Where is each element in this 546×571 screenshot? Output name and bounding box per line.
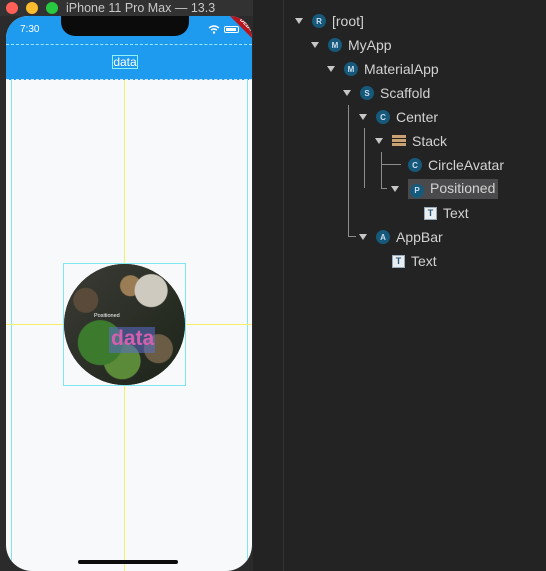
expand-arrow-icon[interactable] — [343, 90, 351, 96]
tree-row-scaffold[interactable]: S Scaffold — [343, 83, 430, 103]
simulator-window: iPhone 11 Pro Max — 13.3 7:30 DEBUG data — [0, 0, 253, 571]
simulator-title: iPhone 11 Pro Max — 13.3 — [66, 1, 216, 15]
tree-row-label: Positioned — [430, 180, 496, 196]
home-indicator — [78, 560, 178, 564]
tree-row-stack[interactable]: Stack — [375, 131, 447, 151]
status-time: 7:30 — [20, 24, 40, 35]
tree-row-myapp[interactable]: M MyApp — [311, 35, 392, 55]
layout-guide-left — [11, 79, 12, 571]
expand-arrow-icon[interactable] — [359, 234, 367, 240]
appbar-title: data — [113, 55, 137, 69]
phone-notch — [61, 16, 189, 36]
appbar-badge-icon: A — [376, 230, 390, 244]
expand-arrow-icon[interactable] — [391, 186, 399, 192]
stack-icon — [392, 135, 406, 147]
tree-row-positioned[interactable]: P Positioned — [391, 179, 499, 199]
appbar-title-highlight[interactable]: data — [112, 55, 138, 69]
app-bar: 7:30 DEBUG data — [6, 16, 252, 80]
tree-row-center[interactable]: C Center — [359, 107, 438, 127]
expand-arrow-icon[interactable] — [295, 18, 303, 24]
tree-row-label: Center — [396, 109, 439, 125]
center-badge-icon: C — [376, 110, 390, 124]
circle-avatar-highlight[interactable]: Positioned data — [63, 263, 186, 386]
debug-guide-line — [6, 44, 252, 45]
phone-screen: 7:30 DEBUG data Positioned data — [6, 16, 252, 571]
screen: iPhone 11 Pro Max — 13.3 7:30 DEBUG data — [0, 0, 546, 571]
layout-guide-right — [247, 79, 248, 571]
text-widget-icon: T — [424, 206, 437, 220]
tree-row-label: AppBar — [396, 229, 443, 245]
tree-row-appbar[interactable]: A AppBar — [359, 227, 443, 247]
circle-avatar-image: Positioned data — [64, 264, 185, 385]
tree-row-label: MyApp — [348, 37, 392, 53]
battery-icon — [224, 26, 239, 33]
positioned-text: data — [111, 327, 155, 350]
selected-row-highlight: P Positioned — [408, 179, 499, 199]
tree-row-label: [root] — [332, 13, 364, 29]
text-widget-icon: T — [392, 254, 405, 268]
expand-arrow-icon[interactable] — [327, 66, 335, 72]
tree-row-label: Text — [411, 253, 437, 269]
pane-divider — [283, 0, 284, 571]
close-window-button[interactable] — [6, 2, 18, 14]
scaffold-badge-icon: S — [360, 86, 374, 100]
positioned-debug-label: Positioned — [94, 313, 120, 319]
simulator-titlebar: iPhone 11 Pro Max — 13.3 — [0, 0, 253, 16]
positioned-badge-icon: P — [410, 183, 424, 198]
expand-arrow-icon[interactable] — [375, 138, 383, 144]
tree-row-text[interactable]: T Text — [424, 203, 469, 223]
zoom-window-button[interactable] — [46, 2, 58, 14]
tree-row-label: CircleAvatar — [428, 157, 504, 173]
circleavatar-badge-icon: C — [408, 158, 422, 172]
tree-row-label: Stack — [412, 133, 448, 149]
tree-row-circleavatar[interactable]: C CircleAvatar — [408, 155, 504, 175]
tree-row-label: Scaffold — [380, 85, 431, 101]
wifi-icon — [208, 25, 220, 34]
tree-row-label: MaterialApp — [364, 61, 439, 77]
myapp-badge-icon: M — [328, 38, 342, 52]
tree-row-appbar-text[interactable]: T Text — [392, 251, 437, 271]
root-badge-icon: R — [312, 14, 326, 28]
minimize-window-button[interactable] — [26, 2, 38, 14]
expand-arrow-icon[interactable] — [359, 114, 367, 120]
tree-row-root[interactable]: R [root] — [295, 11, 364, 31]
debug-guide-line — [6, 79, 252, 80]
materialapp-badge-icon: M — [344, 62, 358, 76]
tree-row-materialapp[interactable]: M MaterialApp — [327, 59, 439, 79]
expand-arrow-icon[interactable] — [311, 42, 319, 48]
tree-row-label: Text — [443, 205, 469, 221]
